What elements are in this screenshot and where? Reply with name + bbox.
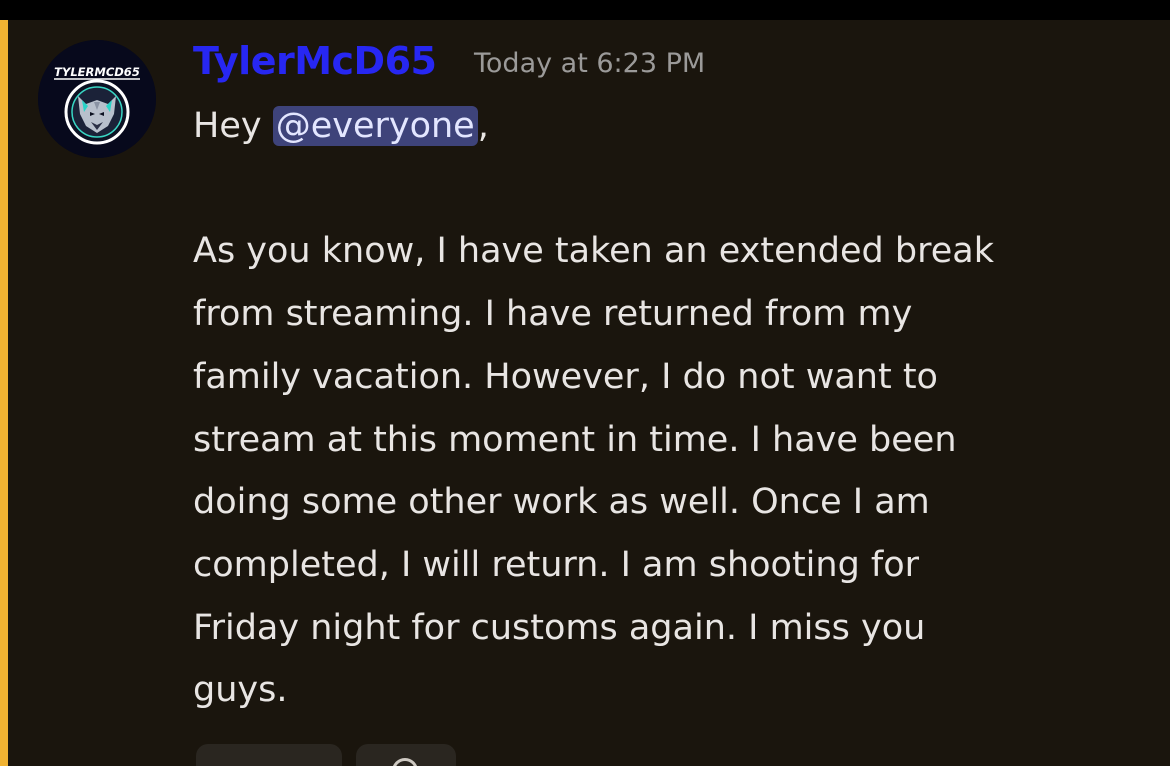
message-body: Hey @everyone, As you know, I have taken… [193,95,1153,722]
discord-message-view: TYLERMCD65 TylerMcD65 Today at 6:23 PM H… [0,0,1170,766]
timestamp[interactable]: Today at 6:23 PM [474,46,705,82]
mention-highlight-bar [0,20,8,766]
greeting-prefix: Hey [193,106,273,146]
add-reaction-button[interactable] [356,744,456,766]
message-line: guys. [193,670,288,711]
message-line: stream at this moment in time. I have be… [193,419,957,460]
add-reaction-icon [392,758,418,766]
reaction-pill[interactable] [196,744,342,766]
message-line: Friday night for customs again. I miss y… [193,607,926,648]
avatar-logo-text: TYLERMCD65 [54,65,140,79]
username[interactable]: TylerMcD65 [193,36,437,86]
wolf-logo-icon: TYLERMCD65 [38,40,156,158]
greeting-suffix: , [477,106,489,146]
message-line: As you know, I have taken an extended br… [193,231,994,272]
message-greeting-line: Hey @everyone, [193,95,1153,158]
message-line: doing some other work as well. Once I am [193,482,930,523]
message-line: from streaming. I have returned from my [193,294,913,335]
everyone-mention[interactable]: @everyone [272,106,478,146]
message-line: completed, I will return. I am shooting … [193,544,920,585]
message-line: family vacation. However, I do not want … [193,356,938,397]
top-bar [0,0,1170,20]
avatar[interactable]: TYLERMCD65 [38,40,156,158]
